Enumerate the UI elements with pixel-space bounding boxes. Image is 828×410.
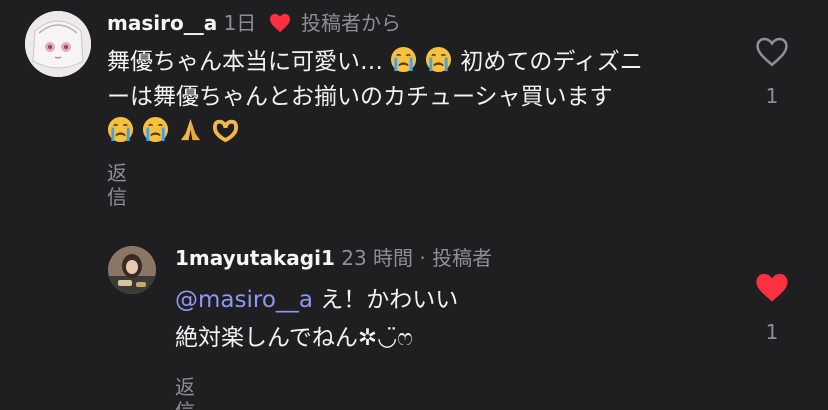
separator: ·: [419, 246, 426, 270]
comment-text-line: 舞優ちゃん本当に可愛い…: [107, 49, 383, 75]
comment-text-line: 絶対楽しんでねん✲◡̈ෆ: [175, 325, 413, 351]
comment-meta: 1mayutakagi1 23 時間 · 投稿者: [175, 246, 492, 270]
timestamp: 1日: [223, 11, 257, 35]
folded-hands-icon: [180, 118, 201, 141]
avatar[interactable]: [108, 246, 156, 294]
crying-face-icon: [107, 116, 134, 143]
username[interactable]: masiro__a: [107, 11, 217, 35]
heart-outline-icon[interactable]: [755, 36, 789, 68]
like-column: 1: [752, 272, 792, 344]
creator-label: 投稿者: [432, 246, 493, 270]
creator-label: 投稿者から: [301, 11, 402, 35]
like-count: 1: [765, 320, 779, 344]
comment-text-line: ーは舞優ちゃんとお揃いのカチューシャ買います: [107, 84, 613, 110]
crying-face-icon: [426, 46, 452, 73]
reply-button[interactable]: 返信: [107, 161, 127, 209]
timestamp: 23 時間: [341, 246, 414, 270]
reply-button[interactable]: 返信: [175, 375, 195, 410]
crying-face-icon: [391, 46, 417, 73]
crying-face-icon: [142, 116, 169, 143]
heart-hands-icon: [212, 119, 239, 143]
avatar[interactable]: [25, 11, 91, 77]
like-column: 1: [752, 36, 792, 108]
comment-text: 舞優ちゃん本当に可愛い… 初めてのディズニ ーは舞優ちゃんとお揃いのカチューシャ…: [107, 45, 643, 150]
comment-text: @masiro__a え！かわいい 絶対楽しんでねん✲◡̈ෆ: [175, 281, 458, 357]
comment-meta: masiro__a 1日 投稿者から: [107, 11, 401, 35]
creator-heart-icon: [269, 13, 290, 33]
like-count: 1: [765, 84, 779, 108]
comment-text-line: 初めてのディズニ: [460, 49, 643, 75]
username[interactable]: 1mayutakagi1: [175, 246, 335, 270]
comment-text-line: え！かわいい: [313, 287, 459, 313]
mention-link[interactable]: @masiro__a: [175, 287, 313, 313]
heart-filled-icon[interactable]: [755, 272, 789, 304]
